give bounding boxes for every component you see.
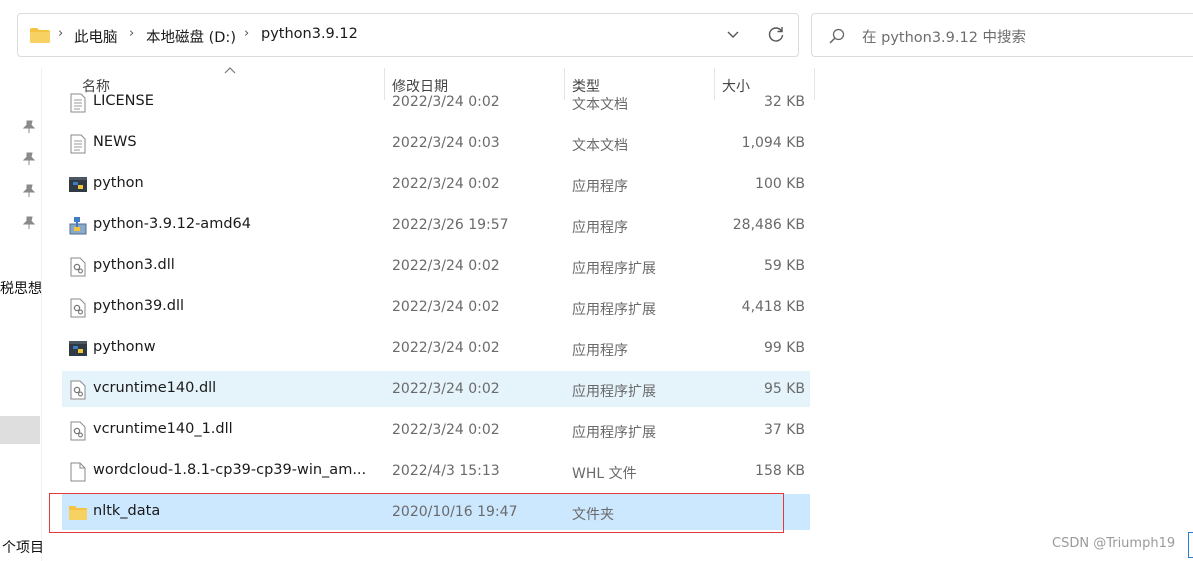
- file-size: 100 KB: [755, 176, 805, 192]
- folder-icon: [30, 28, 50, 43]
- file-name: pythonw: [93, 339, 156, 355]
- search-box[interactable]: 在 python3.9.12 中搜索: [811, 13, 1193, 57]
- file-type: 应用程序: [572, 220, 628, 236]
- nav-item-selected[interactable]: [0, 416, 40, 444]
- file-row[interactable]: LICENSE 2022/3/24 0:02 文本文档 32 KB: [62, 84, 810, 120]
- window-edge-fragment: [1188, 532, 1193, 558]
- file-type: WHL 文件: [572, 466, 637, 482]
- file-modified-date: 2022/3/24 0:03: [392, 135, 500, 151]
- file-row[interactable]: pythonw 2022/3/24 0:02 应用程序 99 KB: [62, 330, 810, 366]
- file-size: 1,094 KB: [741, 135, 805, 151]
- file-type: 文本文档: [572, 138, 628, 154]
- pin-icon[interactable]: [22, 152, 36, 166]
- breadcrumb-this-pc[interactable]: 此电脑: [74, 26, 118, 47]
- file-modified-date: 2022/3/24 0:02: [392, 422, 500, 438]
- breadcrumb-drive-d[interactable]: 本地磁盘 (D:): [146, 26, 236, 47]
- file-size: 59 KB: [763, 258, 805, 274]
- file-name: LICENSE: [93, 93, 154, 109]
- file-row[interactable]: wordcloud-1.8.1-cp39-cp39-win_am... 2022/…: [62, 453, 810, 489]
- python-exe-icon: [69, 177, 87, 192]
- watermark: CSDN @Triumph19: [1052, 536, 1176, 551]
- file-type: 应用程序: [572, 343, 628, 359]
- python-exe-icon: [69, 341, 87, 356]
- file-modified-date: 2022/3/24 0:02: [392, 94, 500, 110]
- dll-file-icon: [70, 380, 86, 400]
- file-modified-date: 2022/3/24 0:02: [392, 176, 500, 192]
- file-modified-date: 2022/3/24 0:02: [392, 258, 500, 274]
- search-icon: [829, 28, 845, 44]
- highlight-annotation-box: [49, 493, 784, 533]
- file-row[interactable]: python 2022/3/24 0:02 应用程序 100 KB: [62, 166, 810, 202]
- file-row[interactable]: vcruntime140_1.dll 2022/3/24 0:02 应用程序扩展 37…: [62, 412, 810, 448]
- file-name: wordcloud-1.8.1-cp39-cp39-win_am...: [93, 462, 367, 478]
- file-row[interactable]: python-3.9.12-amd64 2022/3/26 19:57 应用程序 28…: [62, 207, 810, 243]
- file-size: 37 KB: [763, 422, 805, 438]
- dll-file-icon: [70, 298, 86, 318]
- file-row[interactable]: python39.dll 2022/3/24 0:02 应用程序扩展 4,418 KB: [62, 289, 810, 325]
- file-row[interactable]: vcruntime140.dll 2022/3/24 0:02 应用程序扩展 95 K…: [62, 371, 810, 407]
- chevron-down-icon[interactable]: [726, 27, 740, 41]
- navigation-pane: 税思想 个项目: [0, 68, 44, 561]
- file-type: 应用程序扩展: [572, 425, 656, 441]
- search-placeholder: 在 python3.9.12 中搜索: [862, 30, 1027, 46]
- dll-file-icon: [70, 257, 86, 277]
- file-row[interactable]: NEWS 2022/3/24 0:03 文本文档 1,094 KB: [62, 125, 810, 161]
- installer-icon: [69, 217, 87, 235]
- pin-icon[interactable]: [22, 184, 36, 198]
- file-row[interactable]: python3.dll 2022/3/24 0:02 应用程序扩展 59 KB: [62, 248, 810, 284]
- file-size: 32 KB: [763, 94, 805, 110]
- file-name: vcruntime140_1.dll: [93, 421, 233, 437]
- file-name: vcruntime140.dll: [93, 380, 217, 396]
- file-type: 应用程序扩展: [572, 261, 656, 277]
- file-modified-date: 2022/3/24 0:02: [392, 381, 500, 397]
- blank-file-icon: [70, 462, 86, 482]
- dll-file-icon: [70, 421, 86, 441]
- file-name: python39.dll: [93, 298, 185, 314]
- status-bar-item-count: 个项目: [2, 540, 44, 556]
- file-modified-date: 2022/3/24 0:02: [392, 340, 500, 356]
- file-name: python: [93, 175, 144, 191]
- chevron-right-icon: ›: [58, 26, 64, 41]
- column-divider[interactable]: [814, 68, 815, 100]
- address-bar[interactable]: › 此电脑 › 本地磁盘 (D:) › python3.9.12: [17, 13, 799, 57]
- refresh-icon[interactable]: [767, 25, 785, 43]
- file-type: 文本文档: [572, 97, 628, 113]
- file-modified-date: 2022/3/24 0:02: [392, 299, 500, 315]
- file-type: 应用程序扩展: [572, 302, 656, 318]
- file-name: NEWS: [93, 134, 137, 150]
- nav-item-partial-label[interactable]: 税思想: [0, 278, 42, 298]
- file-modified-date: 2022/3/26 19:57: [392, 217, 509, 233]
- file-modified-date: 2022/4/3 15:13: [392, 463, 500, 479]
- file-size: 95 KB: [763, 381, 805, 397]
- file-size: 158 KB: [755, 463, 805, 479]
- file-name: python3.dll: [93, 257, 175, 273]
- pin-icon[interactable]: [22, 120, 36, 134]
- text-file-icon: [70, 93, 86, 113]
- file-type: 应用程序: [572, 179, 628, 195]
- file-size: 4,418 KB: [741, 299, 805, 315]
- pin-icon[interactable]: [22, 216, 36, 230]
- file-type: 应用程序扩展: [572, 384, 656, 400]
- file-list: LICENSE 2022/3/24 0:02 文本文档 32 KB NEWS 2022/3…: [62, 84, 810, 554]
- chevron-right-icon: ›: [244, 26, 250, 41]
- chevron-right-icon: ›: [129, 26, 135, 41]
- file-size: 28,486 KB: [732, 217, 805, 233]
- file-size: 99 KB: [763, 340, 805, 356]
- breadcrumb-python-folder[interactable]: python3.9.12: [261, 26, 358, 42]
- toolbar: › 此电脑 › 本地磁盘 (D:) › python3.9.12 在 pytho…: [0, 0, 1193, 68]
- text-file-icon: [70, 134, 86, 154]
- file-name: python-3.9.12-amd64: [93, 216, 251, 232]
